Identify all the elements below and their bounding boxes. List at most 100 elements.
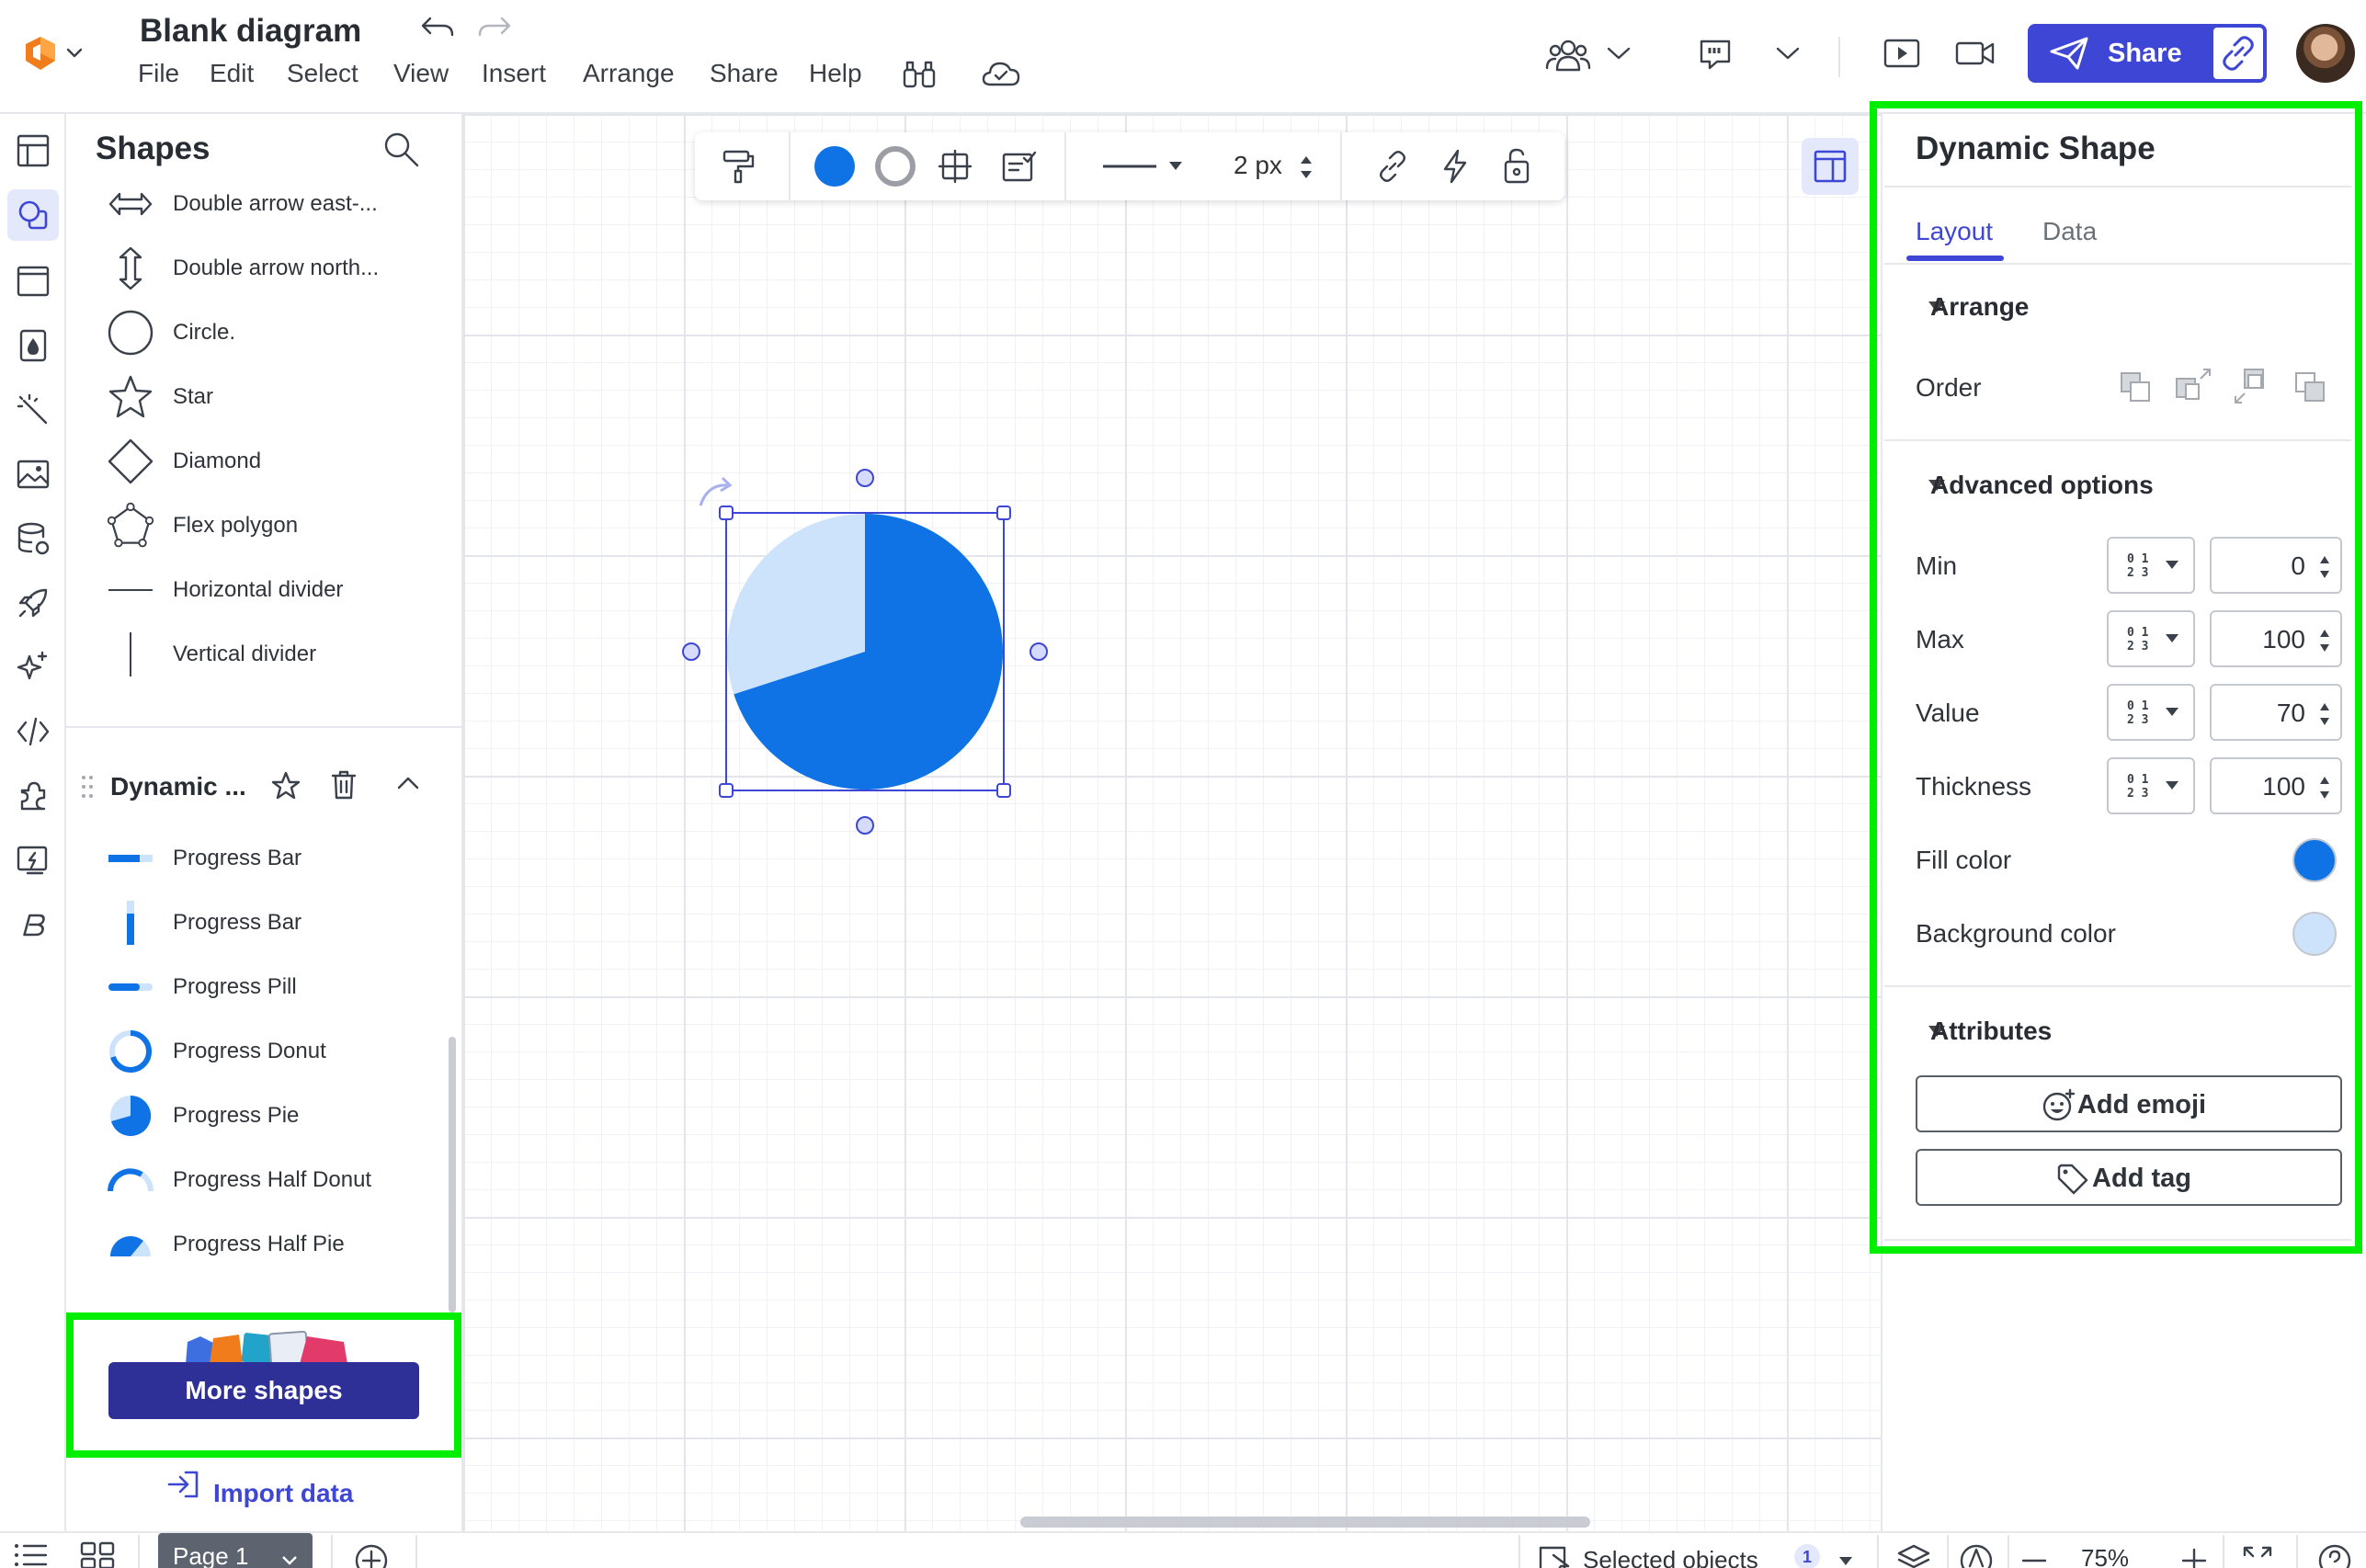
zoom-level[interactable]: 75% <box>2081 1544 2129 1568</box>
list-view-icon[interactable] <box>13 1540 50 1568</box>
menu-view[interactable]: View <box>393 59 449 88</box>
comments-chevron-icon[interactable] <box>1774 44 1802 62</box>
lucid-logo-icon[interactable] <box>20 33 61 74</box>
add-emoji-button[interactable]: Add emoji <box>1916 1075 2342 1132</box>
shape-item[interactable]: Star <box>96 369 445 425</box>
line-color-swatch[interactable] <box>873 144 917 188</box>
library-title[interactable]: Dynamic ... <box>110 772 246 801</box>
rail-import-diagram-icon[interactable] <box>7 835 59 886</box>
page-menu-chevron-icon[interactable] <box>279 1553 300 1568</box>
redo-icon[interactable] <box>476 13 513 44</box>
style-checklist-icon[interactable] <box>1000 147 1039 186</box>
avatar[interactable] <box>2296 24 2355 83</box>
shape-item[interactable]: Circle. <box>96 305 445 360</box>
fullscreen-icon[interactable] <box>2239 1542 2276 1568</box>
menu-share[interactable]: Share <box>710 59 779 88</box>
line-style-select[interactable] <box>1099 151 1188 182</box>
dynamic-shape-item[interactable]: Progress Half Pie <box>96 1217 445 1272</box>
thickness-format-select[interactable]: 0 12 3 <box>2107 757 2195 814</box>
lightning-action-icon[interactable] <box>1436 147 1474 186</box>
navigator-compass-icon[interactable] <box>1958 1542 1995 1568</box>
present-icon[interactable] <box>1883 37 1921 70</box>
shape-item[interactable]: Vertical divider <box>96 627 445 682</box>
rail-frames-icon[interactable] <box>7 256 59 307</box>
binoculars-icon[interactable] <box>901 57 938 90</box>
tab-data[interactable]: Data <box>2042 217 2097 246</box>
arrange-section-header[interactable]: Arrange <box>1930 292 2029 322</box>
link-icon[interactable] <box>1373 147 1412 186</box>
min-input[interactable]: 0 <box>2210 537 2342 594</box>
line-width-stepper-icon[interactable] <box>1298 151 1314 184</box>
send-to-back-icon[interactable] <box>2292 369 2329 406</box>
grid-view-icon[interactable] <box>79 1540 116 1568</box>
add-tag-button[interactable]: Add tag <box>1916 1149 2342 1206</box>
rail-data-icon[interactable] <box>7 513 59 564</box>
collaborators-icon[interactable] <box>1544 35 1592 74</box>
dynamic-shape-item[interactable]: Progress Bar <box>96 895 445 950</box>
max-input[interactable]: 100 <box>2210 610 2342 667</box>
crop-icon[interactable] <box>936 147 974 186</box>
rail-magic-wand-icon[interactable] <box>7 384 59 436</box>
comments-icon[interactable] <box>1697 37 1734 72</box>
rail-rocket-icon[interactable] <box>7 577 59 629</box>
menu-edit[interactable]: Edit <box>210 59 254 88</box>
line-width-value[interactable]: 2 px <box>1234 151 1282 180</box>
dynamic-shape-item[interactable]: Progress Half Donut <box>96 1153 445 1208</box>
rail-themes-icon[interactable] <box>7 320 59 371</box>
advanced-options-header[interactable]: Advanced options <box>1930 471 2154 500</box>
menu-file[interactable]: File <box>138 59 179 88</box>
properties-panel-toggle[interactable] <box>1802 138 1859 195</box>
favorite-star-icon[interactable] <box>270 770 301 801</box>
shape-item[interactable]: Horizontal divider <box>96 562 445 618</box>
rail-brand-icon[interactable] <box>7 899 59 950</box>
rail-ai-sparkle-icon[interactable] <box>7 642 59 693</box>
send-backward-icon[interactable] <box>2232 366 2272 406</box>
selection-icon[interactable] <box>1537 1544 1574 1568</box>
shapes-scrollbar[interactable] <box>449 1037 456 1312</box>
document-title[interactable]: Blank diagram <box>140 13 361 50</box>
selected-objects-label[interactable]: Selected objects <box>1583 1546 1758 1568</box>
rail-shapes-icon[interactable] <box>7 189 59 241</box>
canvas-horizontal-scrollbar[interactable] <box>1020 1517 1590 1528</box>
value-input[interactable]: 70 <box>2210 684 2342 741</box>
trash-icon[interactable] <box>329 768 358 801</box>
format-painter-icon[interactable] <box>719 147 757 186</box>
dynamic-shape-item[interactable]: Progress Pill <box>96 960 445 1015</box>
bring-to-front-icon[interactable] <box>2118 369 2155 406</box>
min-format-select[interactable]: 0 12 3 <box>2107 537 2195 594</box>
cloud-saved-icon[interactable] <box>980 61 1022 88</box>
shape-item[interactable]: Flex polygon <box>96 498 445 553</box>
lock-icon[interactable] <box>1498 145 1535 186</box>
menu-help[interactable]: Help <box>809 59 862 88</box>
max-format-select[interactable]: 0 12 3 <box>2107 610 2195 667</box>
logo-menu-chevron-icon[interactable] <box>64 46 85 61</box>
background-color-swatch[interactable] <box>2292 912 2337 956</box>
shape-item[interactable]: Diamond <box>96 434 445 489</box>
thickness-input[interactable]: 100 <box>2210 757 2342 814</box>
dynamic-shape-item[interactable]: Progress Bar <box>96 831 445 886</box>
more-shapes-button[interactable]: More shapes <box>108 1362 419 1419</box>
rail-pages-icon[interactable] <box>7 125 59 176</box>
drag-handle-icon[interactable] <box>81 774 94 800</box>
import-arrow-icon[interactable] <box>165 1469 200 1500</box>
stepper-icon[interactable] <box>2318 772 2331 803</box>
attributes-header[interactable]: Attributes <box>1930 1017 2052 1046</box>
fill-color-swatch[interactable] <box>813 144 857 188</box>
stepper-icon[interactable] <box>2318 625 2331 656</box>
zoom-in-icon[interactable] <box>2180 1544 2208 1568</box>
progress-pie-shape[interactable] <box>677 460 1063 846</box>
dynamic-shape-item[interactable]: Progress Pie <box>96 1088 445 1143</box>
collapse-chevron-icon[interactable] <box>395 774 421 792</box>
menu-insert[interactable]: Insert <box>482 59 546 88</box>
menu-select[interactable]: Select <box>287 59 358 88</box>
search-shapes-icon[interactable] <box>381 129 421 169</box>
video-call-icon[interactable] <box>1954 39 1996 68</box>
stepper-icon[interactable] <box>2318 551 2331 583</box>
value-format-select[interactable]: 0 12 3 <box>2107 684 2195 741</box>
fill-color-swatch[interactable] <box>2292 838 2337 882</box>
tab-layout[interactable]: Layout <box>1916 217 1993 246</box>
menu-arrange[interactable]: Arrange <box>583 59 675 88</box>
selected-objects-chevron-icon[interactable] <box>1837 1551 1855 1568</box>
dynamic-shape-item[interactable]: Progress Donut <box>96 1024 445 1079</box>
rail-code-icon[interactable] <box>7 706 59 757</box>
